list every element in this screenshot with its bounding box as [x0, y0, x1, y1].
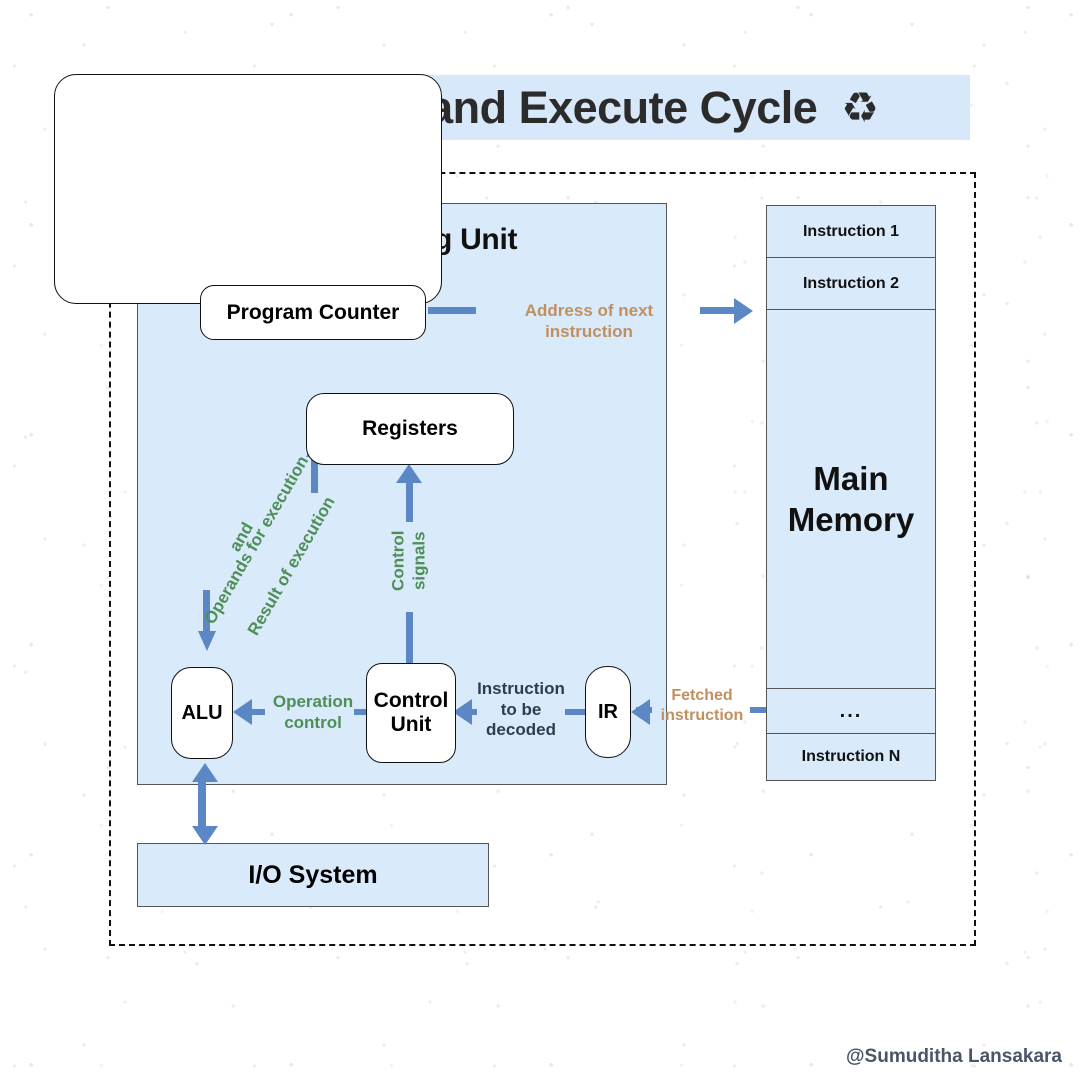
pc-to-memory-arrowhead [734, 298, 753, 324]
memory-to-ir-arrowhead [631, 699, 650, 725]
label-instruction-decoded-line2: to be [500, 699, 542, 719]
label-instruction-to-be-decoded: Instruction to be decoded [473, 679, 569, 741]
memory-cell-instruction-1: Instruction 1 [767, 206, 935, 258]
alu-node[interactable]: ALU [171, 667, 233, 759]
pc-to-memory-line-left [428, 307, 476, 314]
label-control-signals: Control signals [388, 513, 429, 609]
label-instruction-decoded-line1: Instruction [477, 679, 565, 698]
label-fetched-instruction-line2: instruction [660, 706, 744, 724]
ir-node[interactable]: IR [585, 666, 631, 758]
label-address-of-next-instruction: Address of next instruction [524, 301, 654, 341]
pc-to-memory-line-right [700, 307, 736, 314]
main-memory-box: Instruction 1 Instruction 2 Main Memory … [766, 205, 936, 781]
control-unit-label-line2: Unit [390, 713, 432, 736]
label-control-signals-line2: signals [409, 531, 428, 591]
io-system-box[interactable]: I/O System [137, 843, 489, 907]
control-unit-label-line1: Control [373, 688, 449, 712]
cpu-inner-container [54, 74, 442, 304]
cu-to-alu-arrowhead [233, 699, 252, 725]
main-memory-label-line1: Main [813, 459, 889, 497]
label-operation-control-line2: control [284, 712, 342, 732]
memory-to-ir-line-right [750, 707, 766, 713]
main-memory-label-line2: Memory [787, 501, 915, 538]
memory-cell-instruction-n: Instruction N [801, 748, 901, 765]
control-unit-node[interactable]: Control Unit [366, 663, 456, 763]
recycle-icon: ♻ [841, 83, 879, 131]
main-memory-label: Main Memory [767, 310, 935, 688]
cu-to-registers-arrowhead [396, 464, 422, 483]
watermark: @Sumuditha Lansakara [846, 1046, 1062, 1067]
memory-cell-ellipsis: ... [767, 688, 935, 734]
cu-to-registers-line-lower [406, 612, 413, 664]
label-fetched-instruction-line1: Fetched [671, 687, 733, 704]
alu-io-line [198, 780, 206, 828]
label-control-signals-line1: Control [388, 530, 408, 591]
registers-node[interactable]: Registers [306, 393, 514, 465]
label-fetched-instruction: Fetched instruction [652, 686, 752, 725]
label-instruction-decoded-line3: decoded [486, 720, 556, 740]
cu-to-alu-line-left [251, 709, 265, 715]
label-operation-control-line1: Operation [272, 692, 354, 711]
memory-cell-instruction-2: Instruction 2 [767, 258, 935, 310]
alu-io-arrowhead-down [192, 826, 218, 845]
label-operation-control: Operation control [265, 692, 361, 733]
program-counter-node[interactable]: Program Counter [200, 285, 426, 340]
